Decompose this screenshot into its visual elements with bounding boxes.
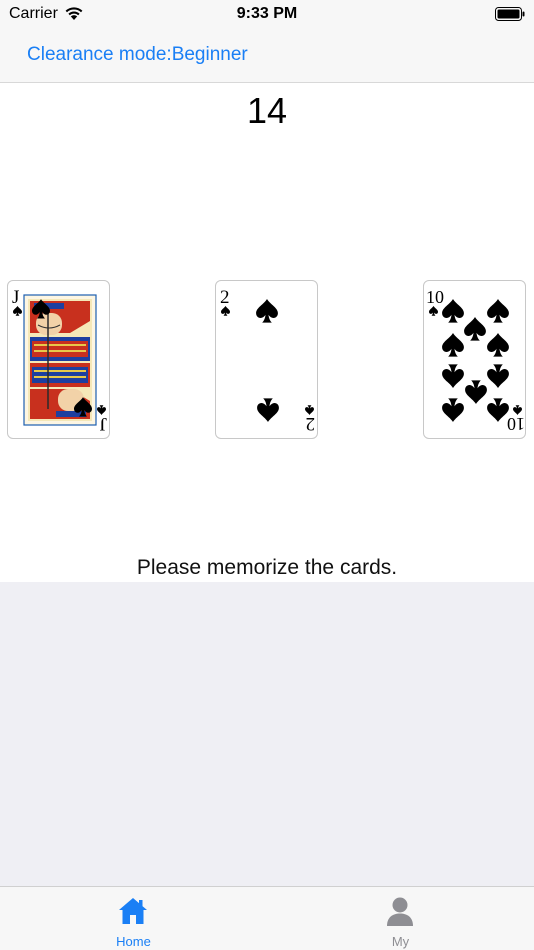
two-face: 2 2	[220, 287, 316, 434]
spade-icon	[487, 299, 509, 323]
tab-bar: Home My	[0, 886, 534, 950]
status-time: 9:33 PM	[236, 5, 298, 22]
card-rank: J	[12, 287, 19, 308]
card-two-of-spades[interactable]: 2 2	[215, 280, 318, 439]
tab-my[interactable]: My	[267, 887, 534, 950]
empty-background	[0, 582, 534, 886]
tab-my-label: My	[391, 934, 410, 949]
spade-icon	[465, 380, 487, 404]
card-rank: 10	[426, 287, 444, 307]
countdown-timer: 14	[246, 90, 288, 131]
game-area: 14 J J 2 2 10 10 Please memorize the car…	[0, 84, 534, 582]
battery-icon	[495, 7, 525, 21]
card-ten-of-spades[interactable]: 10 10	[423, 280, 526, 439]
spade-icon	[487, 364, 509, 388]
card-rank: 2	[220, 287, 230, 308]
spade-icon	[257, 398, 279, 422]
ten-face: 10 10	[426, 287, 525, 434]
jack-face-art: J J	[12, 287, 107, 434]
tab-home-label: Home	[116, 934, 151, 949]
person-icon	[387, 897, 413, 926]
spade-icon	[442, 333, 464, 357]
spade-icon	[429, 306, 438, 316]
home-icon	[119, 898, 147, 924]
tab-home[interactable]: Home	[0, 887, 267, 950]
spade-icon	[256, 299, 278, 323]
status-bar: Carrier 9:33 PM	[0, 0, 534, 28]
spade-icon	[442, 398, 464, 422]
spade-icon	[513, 405, 522, 415]
card-jack-of-spades[interactable]: J J	[7, 280, 110, 439]
card-rank: 2	[306, 413, 316, 434]
spade-icon	[464, 317, 486, 341]
spade-icon	[442, 364, 464, 388]
clearance-mode-title: Clearance mode:Beginner	[27, 44, 248, 65]
spade-icon	[442, 299, 464, 323]
memorize-instruction: Please memorize the cards.	[136, 556, 398, 579]
card-rank: 10	[507, 414, 525, 434]
navigation-bar: Clearance mode:Beginner	[0, 28, 534, 83]
spade-icon	[487, 333, 509, 357]
spade-icon	[487, 398, 509, 422]
card-rank: J	[100, 413, 107, 434]
